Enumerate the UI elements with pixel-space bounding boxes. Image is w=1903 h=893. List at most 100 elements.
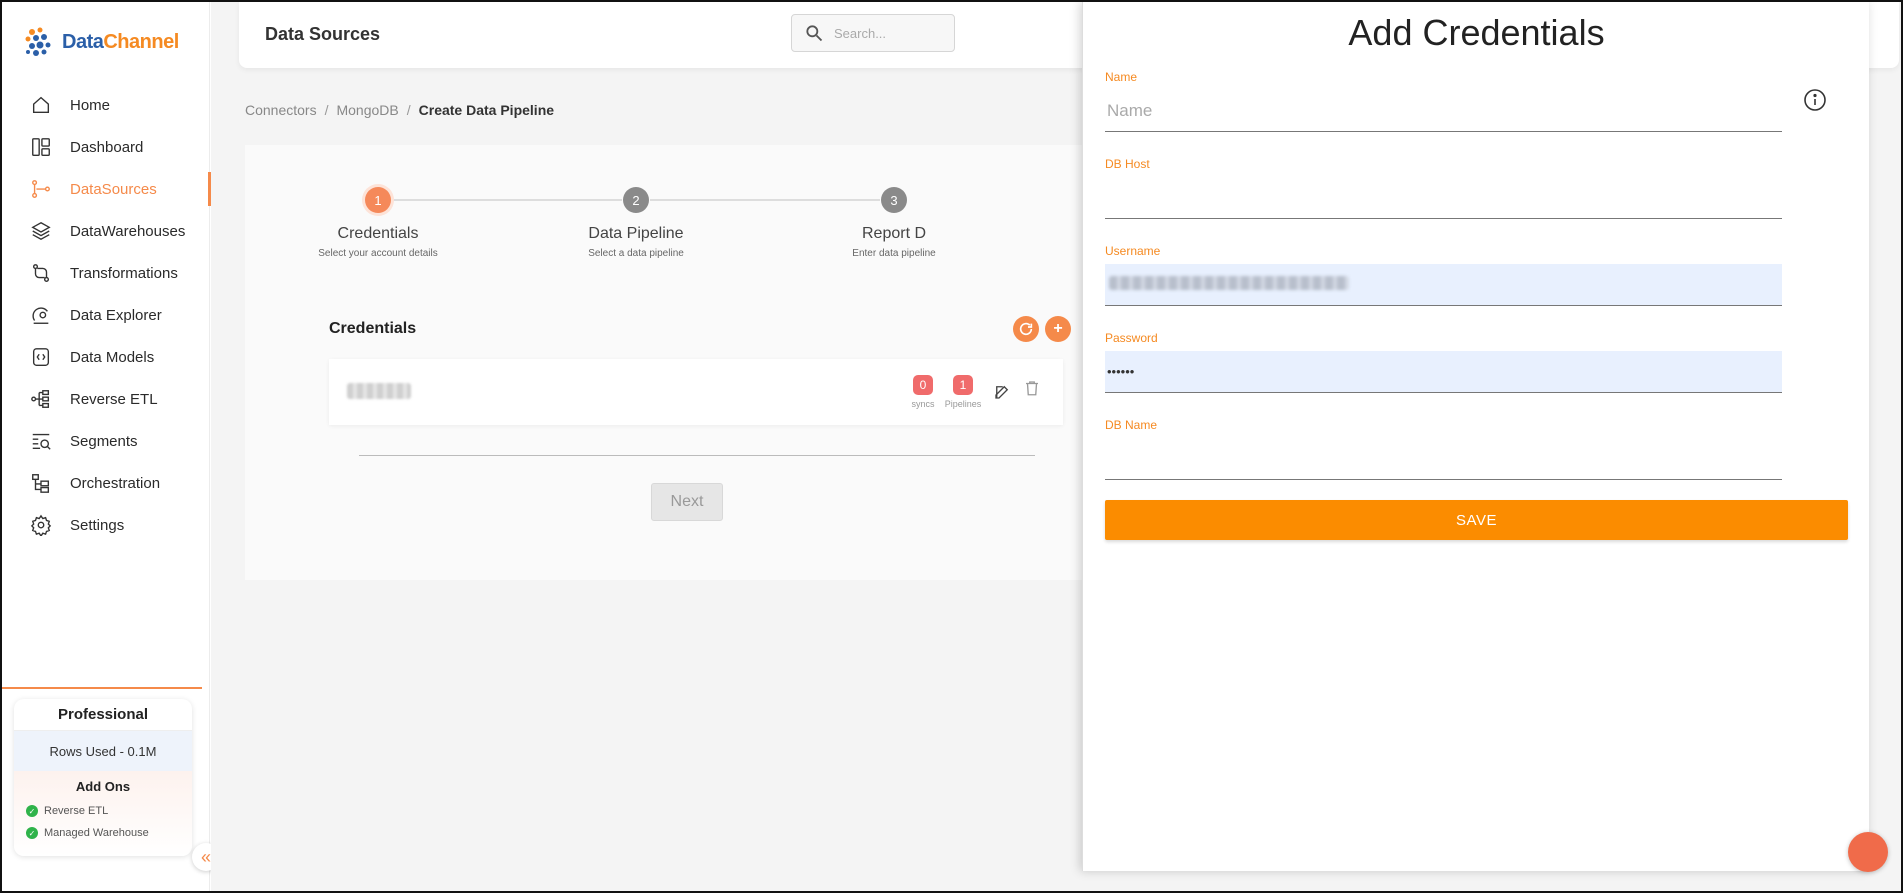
plus-icon: + [1053, 320, 1063, 337]
addon-label: Managed Warehouse [44, 827, 149, 839]
brand-name: DataChannel [62, 30, 179, 53]
sidebar-item-label: Dashboard [70, 138, 144, 156]
breadcrumb-separator: / [406, 102, 411, 118]
sidebar-item-label: Settings [70, 516, 125, 534]
breadcrumb: Connectors / MongoDB / Create Data Pipeline [245, 102, 554, 118]
password-input[interactable] [1105, 351, 1782, 393]
addon-label: Reverse ETL [44, 805, 109, 817]
step-3-indicator[interactable]: 3 [881, 187, 907, 213]
db-name-label: DB Name [1105, 418, 1158, 432]
breadcrumb-mongodb[interactable]: MongoDB [336, 102, 398, 118]
db-host-label: DB Host [1105, 157, 1150, 171]
check-icon: ✓ [26, 805, 38, 817]
add-credentials-drawer: Add Credentials Name DB Host Username Pa… [1082, 2, 1869, 871]
sidebar-item-label: Data Models [70, 348, 155, 366]
sidebar-item-orchestration[interactable]: Orchestration [2, 462, 210, 504]
logo-icon [25, 27, 51, 56]
search-icon [806, 25, 823, 42]
step-2-indicator[interactable]: 2 [623, 187, 649, 213]
info-icon[interactable] [1803, 88, 1827, 112]
sidebar-item-label: Segments [70, 432, 138, 450]
sidebar-item-settings[interactable]: Settings [2, 504, 210, 546]
add-credential-button[interactable]: + [1045, 316, 1071, 342]
save-button[interactable]: SAVE [1105, 500, 1848, 540]
gear-icon [30, 514, 52, 536]
step-2-title: Data Pipeline [588, 225, 684, 242]
pipelines-count-badge: 1 [953, 375, 973, 395]
password-label: Password [1105, 331, 1158, 345]
db-host-field: DB Host [1105, 157, 1782, 219]
reverse-etl-icon [30, 388, 52, 410]
credential-name-redacted [347, 383, 411, 399]
sidebar-item-label: Orchestration [70, 474, 161, 492]
models-icon [30, 346, 52, 368]
layers-icon [30, 220, 52, 242]
pipelines-label: Pipelines [944, 399, 982, 409]
edit-icon[interactable] [993, 383, 1011, 401]
addon-item: ✓ Managed Warehouse [14, 822, 192, 844]
plan-name: Professional [14, 699, 192, 731]
username-label: Username [1105, 244, 1161, 258]
search-box[interactable]: Search... [791, 14, 955, 52]
sidebar-item-segments[interactable]: Segments [2, 420, 210, 462]
step-1-title: Credentials [337, 225, 419, 242]
next-button[interactable]: Next [651, 483, 723, 521]
username-value-redacted [1109, 276, 1349, 290]
chat-widget-button[interactable] [1848, 832, 1888, 872]
check-icon: ✓ [26, 827, 38, 839]
sidebar-item-transformations[interactable]: Transformations [2, 252, 210, 294]
datasources-icon [30, 178, 52, 200]
sidebar-item-label: Transformations [70, 264, 178, 282]
orchestration-icon [30, 472, 52, 494]
name-input[interactable] [1105, 90, 1782, 132]
name-label: Name [1105, 70, 1138, 84]
breadcrumb-connectors[interactable]: Connectors [245, 102, 317, 118]
syncs-label: syncs [911, 399, 935, 409]
search-placeholder: Search... [834, 25, 887, 41]
sidebar-nav: Home Dashboard DataSources DataWarehouse… [2, 84, 211, 546]
credential-item[interactable]: 0 syncs 1 Pipelines [329, 359, 1063, 425]
page-title: Data Sources [265, 24, 381, 44]
plan-divider [2, 687, 202, 689]
sidebar-item-label: Home [70, 96, 111, 114]
db-name-input[interactable] [1105, 438, 1782, 480]
transformations-icon [30, 262, 52, 284]
rows-used: Rows Used - 0.1M [14, 731, 192, 771]
double-chevron-left-icon: « [200, 846, 211, 867]
brand-logo[interactable]: DataChannel [20, 24, 179, 60]
sidebar-item-dashboard[interactable]: Dashboard [2, 126, 210, 168]
plan-card: Professional Rows Used - 0.1M Add Ons ✓ … [14, 699, 192, 856]
password-field: Password [1105, 331, 1782, 393]
refresh-icon [1019, 322, 1033, 336]
breadcrumb-separator: / [324, 102, 329, 118]
refresh-button[interactable] [1013, 316, 1039, 342]
sidebar-item-reverse-etl[interactable]: Reverse ETL [2, 378, 210, 420]
sidebar-item-datasources[interactable]: DataSources [2, 168, 211, 210]
db-host-input[interactable] [1105, 177, 1782, 219]
home-icon [30, 94, 52, 116]
segments-icon [30, 430, 52, 452]
sidebar-item-data-explorer[interactable]: Data Explorer [2, 294, 210, 336]
addons-section: Add Ons ✓ Reverse ETL ✓ Managed Warehous… [14, 771, 192, 856]
sidebar-item-home[interactable]: Home [2, 84, 210, 126]
breadcrumb-current: Create Data Pipeline [418, 102, 555, 118]
explorer-icon [30, 304, 52, 326]
drawer-title: Add Credentials [1348, 12, 1605, 53]
dashboard-icon [30, 136, 52, 158]
step-3-subtitle: Enter data pipeline [852, 248, 936, 259]
sidebar-item-label: DataWarehouses [70, 222, 186, 240]
delete-icon[interactable] [1023, 379, 1041, 397]
sidebar-item-data-models[interactable]: Data Models [2, 336, 210, 378]
name-field: Name [1105, 70, 1782, 132]
sidebar-item-datawarehouses[interactable]: DataWarehouses [2, 210, 210, 252]
sidebar-item-label: Data Explorer [70, 306, 162, 324]
step-1-indicator[interactable]: 1 [365, 187, 391, 213]
step-connector [650, 199, 880, 201]
credentials-heading: Credentials [329, 320, 417, 337]
addon-item: ✓ Reverse ETL [14, 800, 192, 822]
section-divider [359, 455, 1035, 456]
step-1-subtitle: Select your account details [318, 248, 438, 259]
sidebar-item-label: DataSources [70, 180, 157, 198]
step-connector [392, 199, 622, 201]
syncs-count-badge: 0 [913, 375, 933, 395]
